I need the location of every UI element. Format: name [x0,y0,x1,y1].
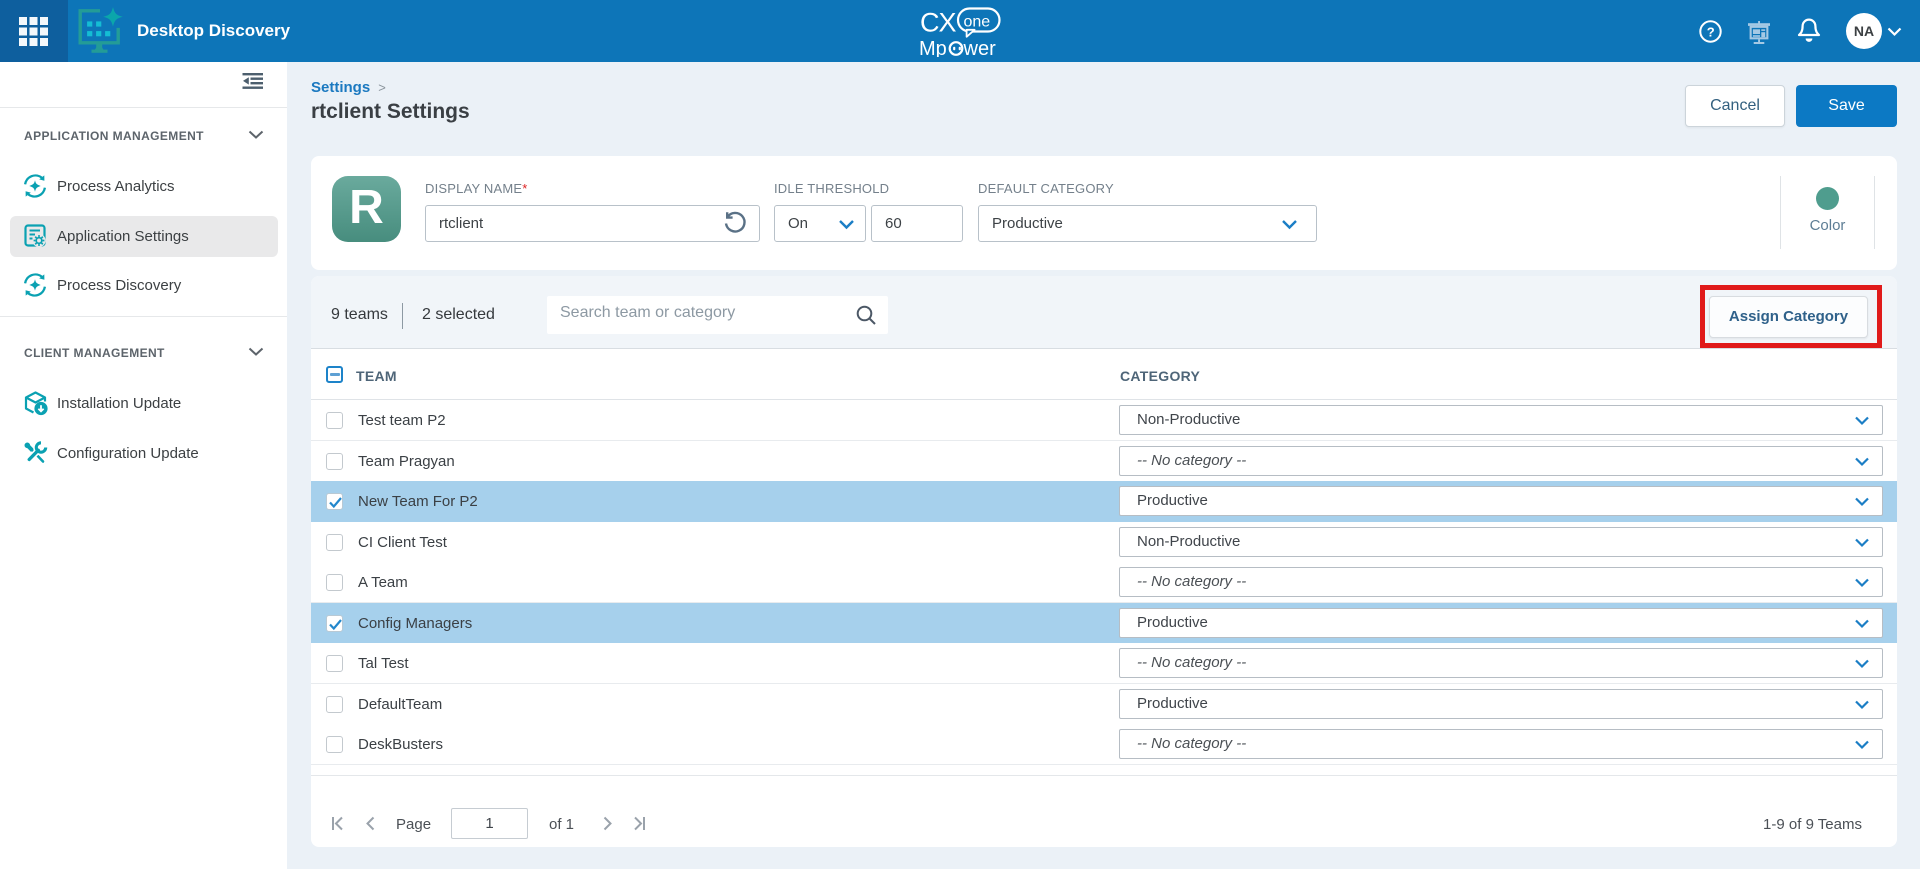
svg-text:?: ? [1707,25,1715,40]
svg-text:CX: CX [920,8,956,38]
svg-text:one: one [964,14,991,31]
svg-text:wer: wer [963,38,997,57]
svg-text:Mp: Mp [919,38,947,57]
